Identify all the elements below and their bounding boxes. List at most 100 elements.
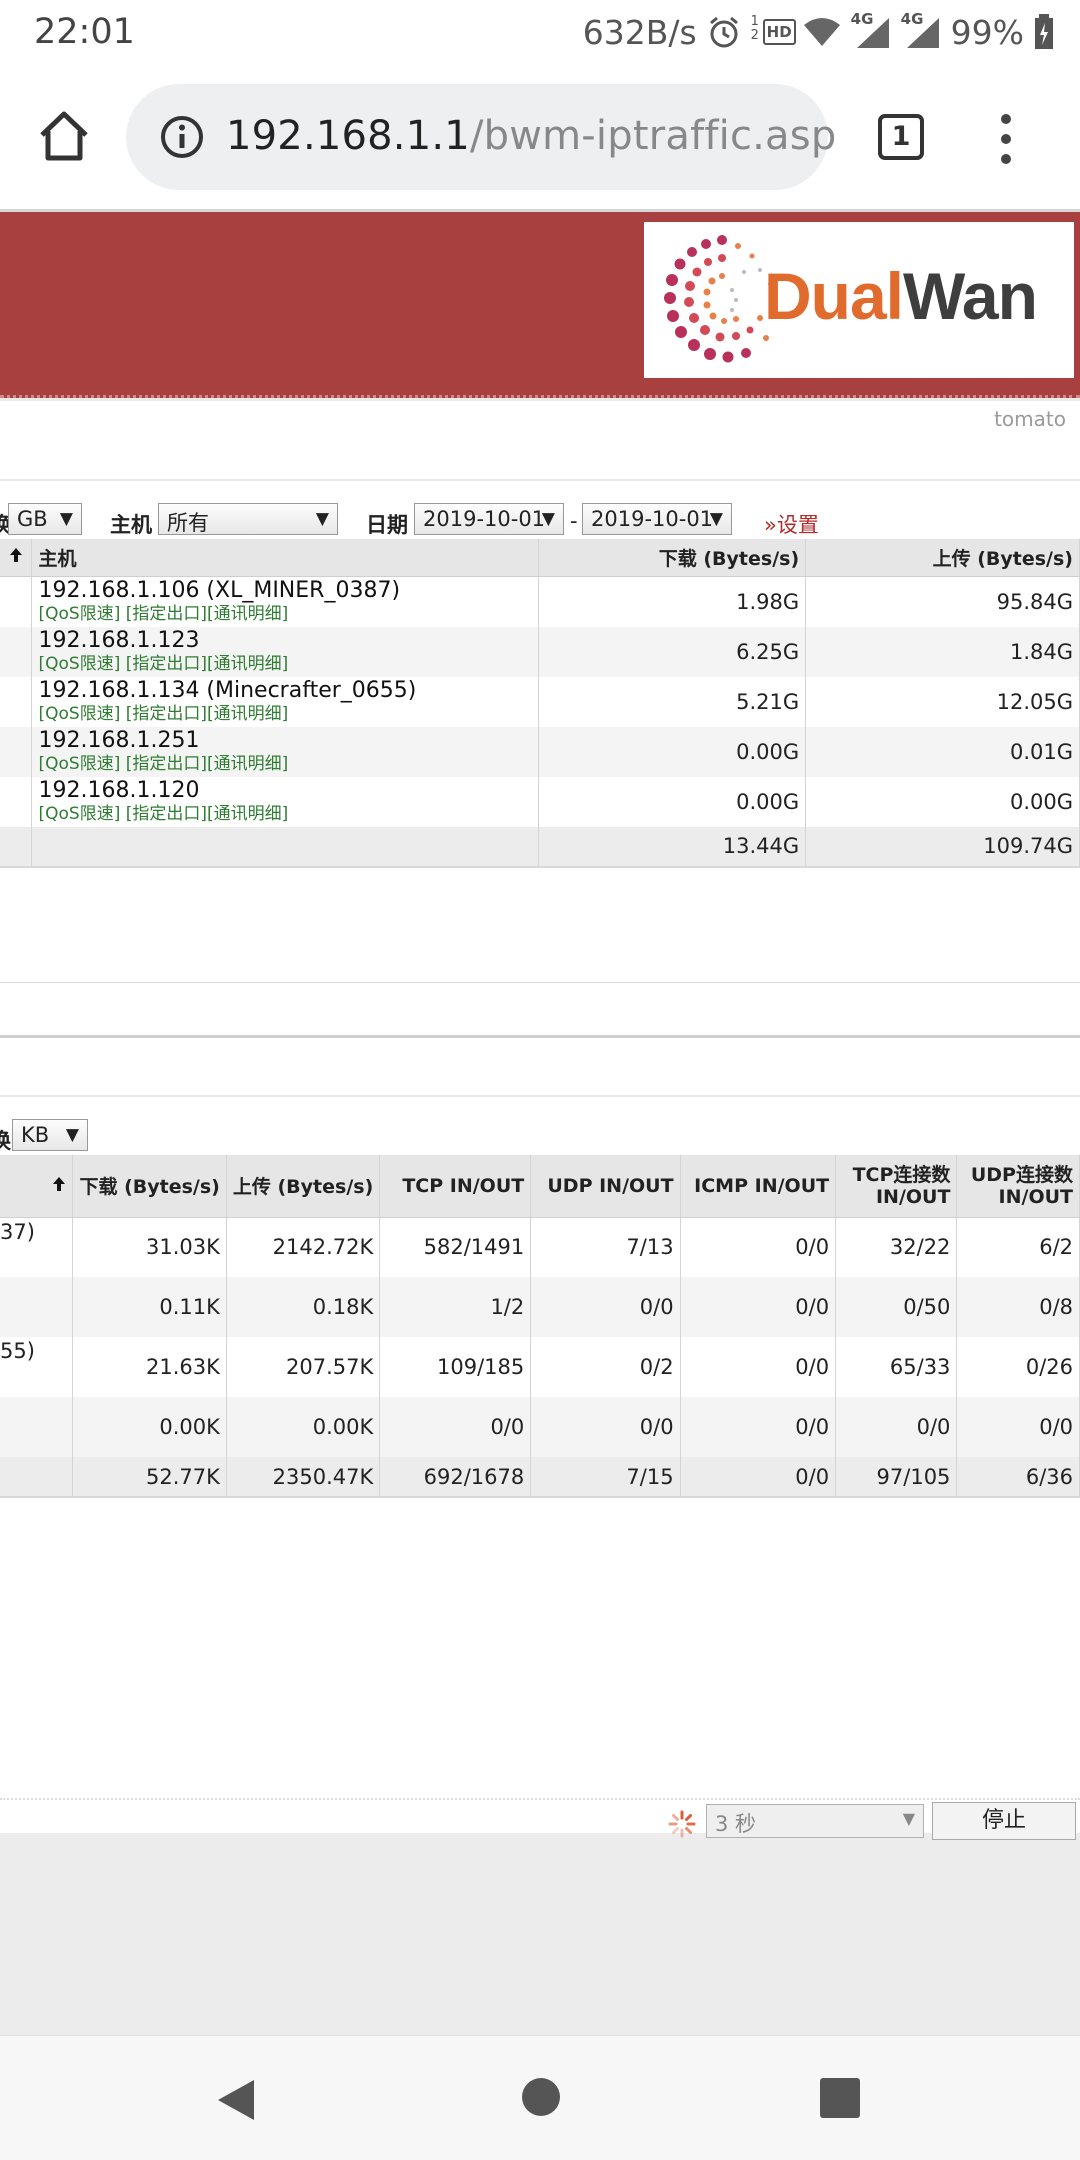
host-ip[interactable]: 192.168.1.251 bbox=[38, 728, 532, 753]
col-rt-upload[interactable]: 上传 (Bytes/s) bbox=[226, 1155, 381, 1218]
cell-down: 0.00K bbox=[72, 1397, 227, 1457]
recents-icon[interactable] bbox=[820, 2078, 860, 2118]
sort-icon[interactable] bbox=[0, 539, 33, 577]
cell-tcp: 582/1491 bbox=[379, 1217, 532, 1277]
total-udp: 7/15 bbox=[530, 1457, 681, 1498]
col-icmp[interactable]: ICMP IN/OUT bbox=[680, 1155, 837, 1218]
hd-volte-icon: 12 HD bbox=[751, 15, 796, 49]
qos-link[interactable]: [QoS限速] bbox=[38, 654, 120, 674]
host-label: 主机 bbox=[110, 513, 152, 537]
host-cell[interactable]: 55) bbox=[0, 1337, 74, 1397]
col-udp[interactable]: UDP IN/OUT bbox=[530, 1155, 681, 1218]
col-upload[interactable]: 上传 (Bytes/s) bbox=[805, 539, 1080, 577]
detail-link[interactable]: [通讯明细] bbox=[207, 654, 288, 674]
col-udp-conn[interactable]: UDP连接数 IN/OUT bbox=[956, 1155, 1080, 1218]
divider bbox=[0, 479, 1080, 481]
download-cell: 1.98G bbox=[538, 576, 807, 627]
host-ip[interactable]: 192.168.1.123 bbox=[38, 628, 532, 653]
info-icon[interactable] bbox=[160, 115, 204, 159]
browser-toolbar: 192.168.1.1/bwm-iptraffic.asp 1 bbox=[0, 64, 1080, 212]
row-marker bbox=[0, 576, 33, 627]
logo-text: DualWan bbox=[764, 259, 1038, 333]
exit-link[interactable]: [指定出口] bbox=[126, 604, 207, 624]
col-host[interactable]: 主机 bbox=[31, 539, 540, 577]
upload-cell: 12.05G bbox=[805, 676, 1080, 727]
detail-link[interactable]: [通讯明细] bbox=[207, 804, 288, 824]
total-row: 52.77K 2350.47K 692/1678 7/15 0/0 97/105 6/36 bbox=[0, 1457, 1080, 1498]
home-icon[interactable] bbox=[36, 108, 92, 164]
host-cell[interactable]: 37) bbox=[0, 1217, 74, 1277]
sort-icon[interactable] bbox=[0, 1155, 74, 1218]
date-to-select[interactable]: 2019-10-01 ▼ bbox=[582, 503, 732, 535]
host-actions: [QoS限速] [指定出口][通讯明细] bbox=[38, 603, 532, 625]
exit-link[interactable]: [指定出口] bbox=[126, 654, 207, 674]
row-marker bbox=[0, 676, 33, 727]
chevron-down-icon: ▼ bbox=[59, 509, 73, 529]
host-select[interactable]: 所有 ▼ bbox=[158, 503, 338, 535]
cell-udp: 7/13 bbox=[530, 1217, 681, 1277]
table-row: 192.168.1.251 [QoS限速] [指定出口][通讯明细] 0.00G 0.… bbox=[0, 726, 1080, 777]
exit-link[interactable]: [指定出口] bbox=[126, 804, 207, 824]
url-path: /bwm-iptraffic.asp bbox=[469, 113, 837, 159]
detail-link[interactable]: [通讯明细] bbox=[207, 754, 288, 774]
cell-udpc: 6/2 bbox=[956, 1217, 1080, 1277]
status-time: 22:01 bbox=[34, 12, 135, 52]
cell-up: 2142.72K bbox=[226, 1217, 381, 1277]
host-ip[interactable]: 192.168.1.134 (Minecrafter_0655) bbox=[38, 678, 532, 703]
battery-percent: 99% bbox=[950, 12, 1024, 52]
settings-link[interactable]: »设置 bbox=[764, 509, 819, 539]
total-upload: 109.74G bbox=[805, 826, 1080, 868]
total-tcp: 692/1678 bbox=[379, 1457, 532, 1498]
date-from-select[interactable]: 2019-10-01 ▼ bbox=[414, 503, 564, 535]
qos-link[interactable]: [QoS限速] bbox=[38, 804, 120, 824]
realtime-unit-select[interactable]: KB ▼ bbox=[12, 1119, 88, 1151]
cell-up: 0.18K bbox=[226, 1277, 381, 1337]
tab-switcher-button[interactable]: 1 bbox=[878, 114, 924, 160]
chevron-down-icon: ▼ bbox=[902, 1809, 915, 1828]
host-ip[interactable]: 192.168.1.106 (XL_MINER_0387) bbox=[38, 578, 532, 603]
qos-link[interactable]: [QoS限速] bbox=[38, 704, 120, 724]
host-cell: 192.168.1.251 [QoS限速] [指定出口][通讯明细] bbox=[31, 726, 540, 777]
host-actions: [QoS限速] [指定出口][通讯明细] bbox=[38, 703, 532, 725]
table-row: 192.168.1.123 [QoS限速] [指定出口][通讯明细] 6.25G 1.… bbox=[0, 626, 1080, 677]
host-cell: 192.168.1.120 [QoS限速] [指定出口][通讯明细] bbox=[31, 776, 540, 827]
total-down: 52.77K bbox=[72, 1457, 227, 1498]
qos-link[interactable]: [QoS限速] bbox=[38, 754, 120, 774]
cell-udp: 0/2 bbox=[530, 1337, 681, 1397]
chevron-down-icon: ▼ bbox=[709, 509, 723, 529]
total-label-cell bbox=[31, 826, 540, 868]
exit-link[interactable]: [指定出口] bbox=[126, 704, 207, 724]
header-banner: DualWan bbox=[0, 212, 1080, 398]
col-tcp-conn[interactable]: TCP连接数 IN/OUT bbox=[835, 1155, 958, 1218]
cell-tcp: 0/0 bbox=[379, 1397, 532, 1457]
home-nav-icon[interactable] bbox=[522, 2078, 560, 2116]
url-text[interactable]: 192.168.1.1/bwm-iptraffic.asp bbox=[226, 113, 836, 159]
cell-up: 0.00K bbox=[226, 1397, 381, 1457]
back-icon[interactable] bbox=[216, 2078, 256, 2122]
col-tcp[interactable]: TCP IN/OUT bbox=[379, 1155, 532, 1218]
detail-link[interactable]: [通讯明细] bbox=[207, 704, 288, 724]
date-label: 日期 bbox=[366, 513, 408, 537]
exit-link[interactable]: [指定出口] bbox=[126, 754, 207, 774]
alarm-icon bbox=[709, 16, 738, 48]
address-bar[interactable]: 192.168.1.1/bwm-iptraffic.asp bbox=[126, 84, 836, 190]
wifi-icon bbox=[803, 18, 840, 46]
refresh-interval-select[interactable]: 3 秒 ▼ bbox=[706, 1804, 924, 1838]
overflow-menu-icon[interactable] bbox=[996, 114, 1016, 164]
host-cell[interactable] bbox=[0, 1277, 74, 1337]
status-bar: 22:01 632B/s 12 HD 4G 4G 99% bbox=[0, 0, 1080, 64]
col-download[interactable]: 下载 (Bytes/s) bbox=[538, 539, 807, 577]
total-row: 13.44G 109.74G bbox=[0, 826, 1080, 868]
table-row: 0.11K 0.18K 1/2 0/0 0/0 0/50 0/8 bbox=[0, 1277, 1080, 1337]
col-rt-download[interactable]: 下载 (Bytes/s) bbox=[72, 1155, 227, 1218]
unit-select[interactable]: GB ▼ bbox=[8, 503, 82, 535]
stop-button[interactable]: 停止 bbox=[932, 1802, 1076, 1840]
table-row: 0.00K 0.00K 0/0 0/0 0/0 0/0 0/0 bbox=[0, 1397, 1080, 1457]
host-cell[interactable] bbox=[0, 1397, 74, 1457]
total-up: 2350.47K bbox=[226, 1457, 381, 1498]
qos-link[interactable]: [QoS限速] bbox=[38, 604, 120, 624]
total-download: 13.44G bbox=[538, 826, 807, 868]
detail-link[interactable]: [通讯明细] bbox=[207, 604, 288, 624]
download-cell: 0.00G bbox=[538, 726, 807, 777]
host-ip[interactable]: 192.168.1.120 bbox=[38, 778, 532, 803]
